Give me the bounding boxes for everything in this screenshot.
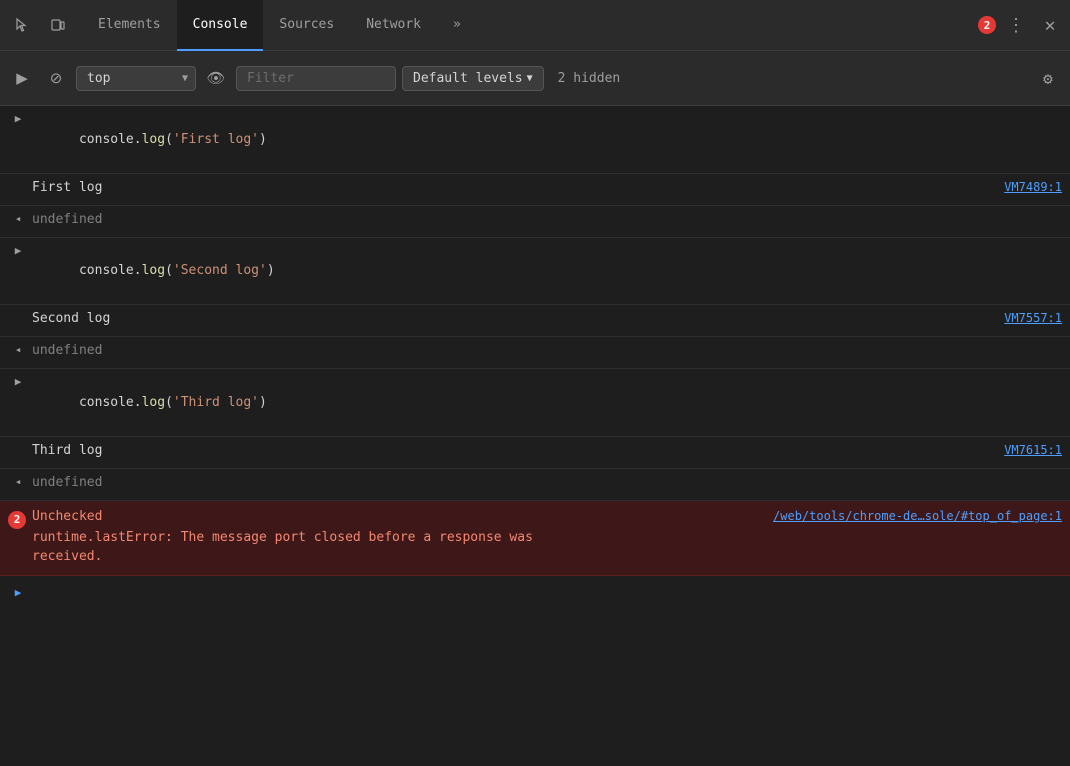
prompt-icon: ▶ [8, 584, 28, 599]
return-icon: ◂ [8, 210, 28, 225]
table-row: ◂ undefined [0, 206, 1070, 238]
error-badge[interactable]: 2 [978, 16, 996, 34]
error-count-circle: 2 [978, 16, 996, 34]
undefined-text: undefined [32, 473, 1062, 493]
context-selector: top ▼ [76, 66, 196, 91]
console-input-code: console.log('Second log') [32, 242, 1062, 301]
context-select-input[interactable]: top [76, 66, 196, 91]
undefined-text: undefined [32, 341, 1062, 361]
console-output-text: First log [32, 178, 996, 198]
undefined-text: undefined [32, 210, 1062, 230]
eye-icon: 👁 [206, 69, 225, 87]
error-row: 2 Unchecked /web/tools/chrome-de…sole/#t… [0, 501, 1070, 576]
eye-button[interactable]: 👁 [202, 64, 230, 92]
return-icon: ◂ [8, 341, 28, 356]
error-content: Unchecked /web/tools/chrome-de…sole/#top… [32, 509, 1062, 567]
more-options-button[interactable]: ⋮ [1002, 11, 1030, 39]
console-output-text: Second log [32, 309, 996, 329]
tab-sources[interactable]: Sources [263, 0, 350, 51]
chevron-down-icon: ▼ [527, 73, 533, 84]
console-output: ▶ console.log('First log') First log VM7… [0, 106, 1070, 766]
console-input-code: console.log('First log') [32, 110, 1062, 169]
console-output-text: Third log [32, 441, 996, 461]
tabs-container: Elements Console Sources Network » [82, 0, 978, 51]
console-input-row: ▶ [0, 576, 1070, 608]
tab-more[interactable]: » [437, 0, 477, 51]
error-title: Unchecked [32, 509, 102, 524]
hidden-count-label[interactable]: 2 hidden [550, 71, 629, 86]
inspect-element-button[interactable] [6, 9, 38, 41]
tab-elements[interactable]: Elements [82, 0, 177, 51]
table-row: ▶ console.log('Second log') [0, 238, 1070, 306]
console-input[interactable] [32, 584, 1062, 599]
table-row: First log VM7489:1 [0, 174, 1070, 206]
tab-bar-icons [6, 9, 74, 41]
settings-button[interactable]: ⚙ [1034, 64, 1062, 92]
play-icon: ▶ [16, 69, 28, 87]
tab-bar: Elements Console Sources Network » 2 ⋮ ✕ [0, 0, 1070, 51]
expand-icon[interactable]: ▶ [8, 110, 28, 125]
device-toolbar-button[interactable] [42, 9, 74, 41]
filter-input[interactable] [236, 66, 396, 91]
source-link[interactable]: VM7557:1 [1004, 309, 1062, 325]
log-levels-button[interactable]: Default levels ▼ [402, 66, 544, 91]
return-icon: ◂ [8, 473, 28, 488]
console-input-code: console.log('Third log') [32, 373, 1062, 432]
tab-bar-right: 2 ⋮ ✕ [978, 11, 1064, 39]
play-button[interactable]: ▶ [8, 64, 36, 92]
table-row: ▶ console.log('Third log') [0, 369, 1070, 437]
table-row: ▶ console.log('First log') [0, 106, 1070, 174]
source-link[interactable]: VM7615:1 [1004, 441, 1062, 457]
gear-icon: ⚙ [1043, 69, 1053, 88]
error-badge-icon: 2 [8, 511, 26, 529]
source-link[interactable]: VM7489:1 [1004, 178, 1062, 194]
error-message: runtime.lastError: The message port clos… [32, 528, 1062, 567]
row-indent [8, 441, 28, 443]
expand-icon[interactable]: ▶ [8, 242, 28, 257]
row-indent [8, 178, 28, 180]
table-row: Third log VM7615:1 [0, 437, 1070, 469]
table-row: ◂ undefined [0, 337, 1070, 369]
clear-console-button[interactable]: ⊘ [42, 64, 70, 92]
ban-icon: ⊘ [50, 69, 63, 87]
close-devtools-button[interactable]: ✕ [1036, 11, 1064, 39]
error-source-link[interactable]: /web/tools/chrome-de…sole/#top_of_page:1 [773, 509, 1062, 523]
console-toolbar: ▶ ⊘ top ▼ 👁 Default levels ▼ 2 hidden ⚙ [0, 51, 1070, 106]
tab-network[interactable]: Network [350, 0, 437, 51]
table-row: Second log VM7557:1 [0, 305, 1070, 337]
expand-icon[interactable]: ▶ [8, 373, 28, 388]
table-row: ◂ undefined [0, 469, 1070, 501]
row-indent [8, 309, 28, 311]
tab-console[interactable]: Console [177, 0, 264, 51]
